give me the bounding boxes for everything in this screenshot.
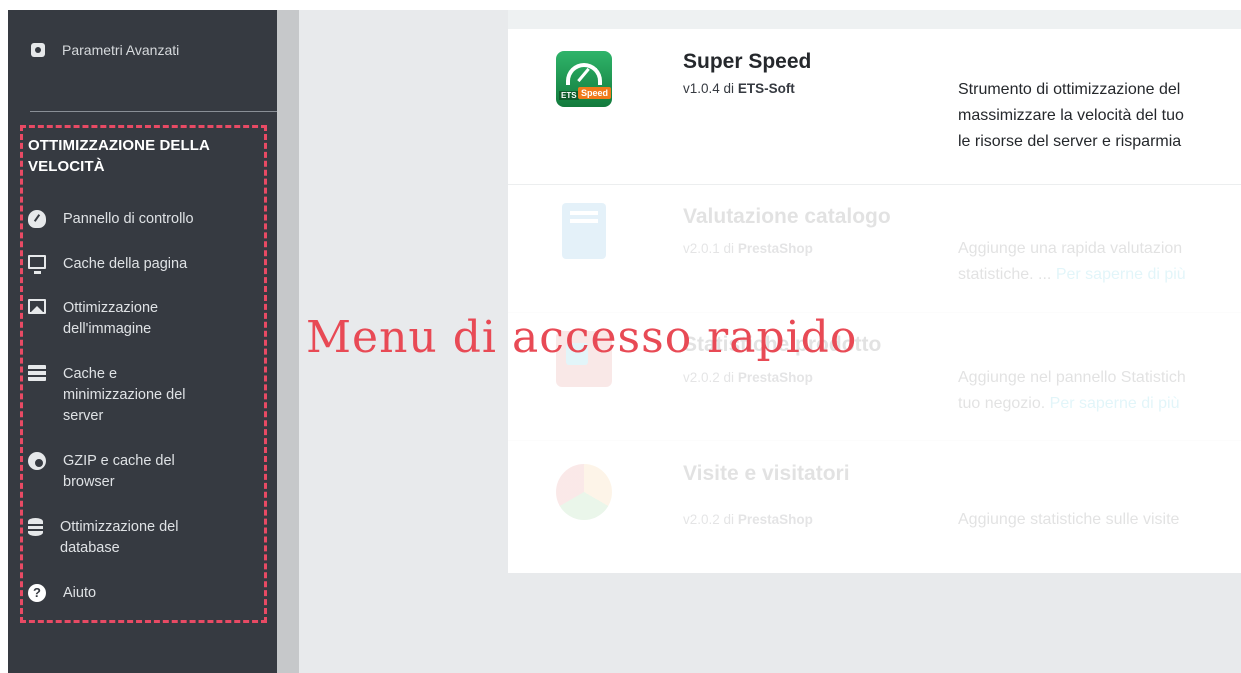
module-description: Aggiunge una rapida valutazion statistic… (958, 236, 1241, 288)
sidebar-item-ottimizzazione-immagine[interactable]: Ottimizzazione dell'immagine (28, 298, 193, 340)
description-line: le risorse del server e risparmia (958, 133, 1182, 150)
sidebar-item-aiuto[interactable]: ? Aiuto (28, 583, 223, 604)
module-meta: v1.0.4 di ETS-Soft (683, 81, 795, 96)
speed-tag: Speed (578, 87, 612, 99)
card-header-strip (508, 10, 1241, 29)
module-version: v2.0.2 di (683, 370, 735, 385)
description-line: Aggiunge nel pannello Statistich (958, 369, 1186, 386)
sidebar-item-parametri-avanzati[interactable]: Parametri Avanzati (8, 37, 179, 63)
sidebar-item-cache-server[interactable]: Cache e minimizzazione del server (28, 364, 218, 427)
annotation-caption: Menu di accesso rapido (306, 312, 858, 363)
module-meta: v2.0.2 di PrestaShop (683, 370, 813, 385)
sidebar-item-ottimizzazione-database[interactable]: Ottimizzazione del database (28, 517, 210, 559)
sidebar-item-label: Aiuto (63, 585, 97, 601)
module-description: Aggiunge statistiche sulle visite (958, 507, 1241, 533)
module-name[interactable]: Valutazione catalogo (683, 205, 891, 229)
module-row-super-speed[interactable]: ETS Speed Super Speed v1.0.4 di ETS-Soft… (508, 29, 1241, 185)
gauge-icon (28, 210, 46, 228)
image-icon (28, 299, 46, 314)
module-author: PrestaShop (737, 512, 813, 527)
sidebar-divider (30, 111, 277, 112)
pie-chart-icon (556, 464, 612, 520)
sidebar-item-label: Cache e minimizzazione del server (63, 366, 186, 424)
module-description: Aggiunge nel pannello Statistich tuo neg… (958, 365, 1241, 417)
module-meta: v2.0.1 di PrestaShop (683, 241, 813, 256)
speed-module-icon: ETS Speed (556, 51, 612, 107)
module-name[interactable]: Super Speed (683, 50, 811, 74)
module-row-valutazione-catalogo[interactable]: Valutazione catalogo v2.0.1 di PrestaSho… (508, 185, 1241, 313)
description-line: massimizzare la velocità del tuo (958, 107, 1184, 124)
sidebar-item-cache-pagina[interactable]: Cache della pagina (28, 254, 223, 275)
sidebar-item-pannello-di-controllo[interactable]: Pannello di controllo (28, 209, 223, 230)
module-row-visite-visitatori[interactable]: Visite e visitatori v2.0.2 di PrestaShop… (508, 441, 1241, 573)
learn-more-link[interactable]: Per saperne di più (1050, 395, 1180, 412)
sidebar-item-label: Ottimizzazione dell'immagine (63, 300, 159, 337)
module-list: ETS Speed Super Speed v1.0.4 di ETS-Soft… (508, 29, 1241, 573)
sidebar-item-label: Parametri Avanzati (62, 42, 180, 58)
description-line: tuo negozio. Per saperne di più (958, 391, 1241, 417)
section-title: OTTIMIZZAZIONE DELLA VELOCITÀ (28, 137, 210, 175)
chrome-icon (28, 452, 46, 470)
monitor-icon (28, 255, 46, 274)
module-meta: v2.0.2 di PrestaShop (683, 512, 813, 527)
database-icon (28, 518, 43, 536)
module-version: v2.0.1 di (683, 241, 735, 256)
description-text: statistiche. ... (958, 266, 1052, 283)
ets-label: ETS (559, 91, 579, 100)
module-author: PrestaShop (737, 370, 813, 385)
sidebar-scroll-gutter (277, 10, 299, 673)
book-icon (562, 203, 606, 259)
sidebar-item-label: Cache della pagina (63, 256, 188, 272)
module-author: ETS-Soft (737, 81, 795, 96)
sidebar-item-label: Pannello di controllo (63, 211, 194, 227)
description-line: Aggiunge una rapida valutazion (958, 240, 1183, 257)
learn-more-link[interactable]: Per saperne di più (1056, 266, 1186, 283)
sidebar: Parametri Avanzati OTTIMIZZAZIONE DELLA … (8, 10, 277, 673)
module-name[interactable]: Visite e visitatori (683, 462, 850, 486)
question-icon: ? (28, 584, 46, 602)
sidebar-item-label: Ottimizzazione del database (60, 519, 179, 556)
description-line: Strumento di ottimizzazione del (958, 81, 1181, 98)
description-line: statistiche. ... Per saperne di più (958, 262, 1241, 288)
module-description: Strumento di ottimizzazione del massimiz… (958, 77, 1241, 155)
module-author: PrestaShop (737, 241, 813, 256)
description-line: Aggiunge statistiche sulle visite (958, 511, 1180, 528)
gear-icon (31, 43, 45, 57)
module-version: v2.0.2 di (683, 512, 735, 527)
module-version: v1.0.4 di (683, 81, 735, 96)
description-text: tuo negozio. (958, 395, 1046, 412)
sidebar-item-gzip-cache[interactable]: GZIP e cache del browser (28, 451, 203, 493)
sidebar-item-label: GZIP e cache del browser (63, 453, 175, 490)
server-icon (28, 365, 46, 381)
